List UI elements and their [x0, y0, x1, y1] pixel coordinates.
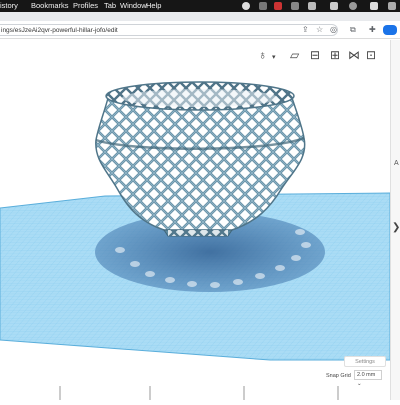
- snap-grid-select[interactable]: 2.0 mm ⌄: [354, 370, 382, 387]
- tray-icon-4[interactable]: [291, 2, 299, 10]
- ungroup-icon[interactable]: ⊡: [366, 49, 376, 61]
- settings-button[interactable]: Settings: [344, 356, 386, 367]
- tray-icon-7[interactable]: [349, 2, 357, 10]
- panel-collapse-arrow[interactable]: ❯: [392, 222, 400, 233]
- tray-icon-8[interactable]: [370, 2, 378, 10]
- address-bar-row: ings/esJzeAi2qvr-powerful-hillar-jofo/ed…: [0, 21, 400, 39]
- profile-avatar[interactable]: [383, 25, 397, 35]
- url-field[interactable]: ings/esJzeAi2qvr-powerful-hillar-jofo/ed…: [0, 24, 338, 36]
- workplane-svg[interactable]: [0, 40, 390, 400]
- workplane-viewport[interactable]: [0, 40, 390, 400]
- tray-icon-5[interactable]: [308, 2, 316, 10]
- tray-app-icon[interactable]: [242, 2, 250, 10]
- tray-icon-2[interactable]: [259, 2, 267, 10]
- editor-toolbar: ♁ ▾ ▱ ⊟ ⊞ ⋈ ⊡: [0, 40, 400, 70]
- snap-grid-label: Snap Grid: [326, 373, 351, 379]
- panel-label: A: [394, 160, 399, 167]
- menu-profiles[interactable]: Profiles: [73, 0, 98, 12]
- browser-tab-strip: [0, 12, 400, 21]
- shapes-panel-edge[interactable]: [390, 40, 400, 400]
- menu-history[interactable]: istory: [0, 0, 18, 12]
- menu-bookmarks[interactable]: Bookmarks: [31, 0, 69, 12]
- mirror-icon[interactable]: ⋈: [348, 49, 360, 61]
- align-icon[interactable]: ⊟: [310, 49, 320, 61]
- extension-icon[interactable]: ⧉: [350, 25, 356, 35]
- group-icon[interactable]: ⊞: [330, 49, 340, 61]
- puzzle-icon[interactable]: ✚: [369, 25, 376, 35]
- tray-icon-9[interactable]: [388, 2, 396, 10]
- menu-tab[interactable]: Tab: [104, 0, 116, 12]
- bookmark-star-icon[interactable]: ☆: [316, 25, 323, 35]
- menu-bar: istory Bookmarks Profiles Tab Window Hel…: [0, 0, 400, 12]
- light-bulb-icon[interactable]: ♁: [258, 49, 267, 61]
- tray-icon-3[interactable]: [274, 2, 282, 10]
- note-icon[interactable]: ▱: [290, 49, 299, 61]
- share-icon[interactable]: ⇪: [302, 25, 309, 35]
- menu-help[interactable]: Help: [146, 0, 161, 12]
- dock-edge: [0, 386, 400, 400]
- chevron-down-icon[interactable]: ▾: [272, 52, 276, 64]
- lens-icon[interactable]: ◎: [330, 25, 337, 35]
- tray-icon-6[interactable]: [330, 2, 338, 10]
- menu-window[interactable]: Window: [120, 0, 147, 12]
